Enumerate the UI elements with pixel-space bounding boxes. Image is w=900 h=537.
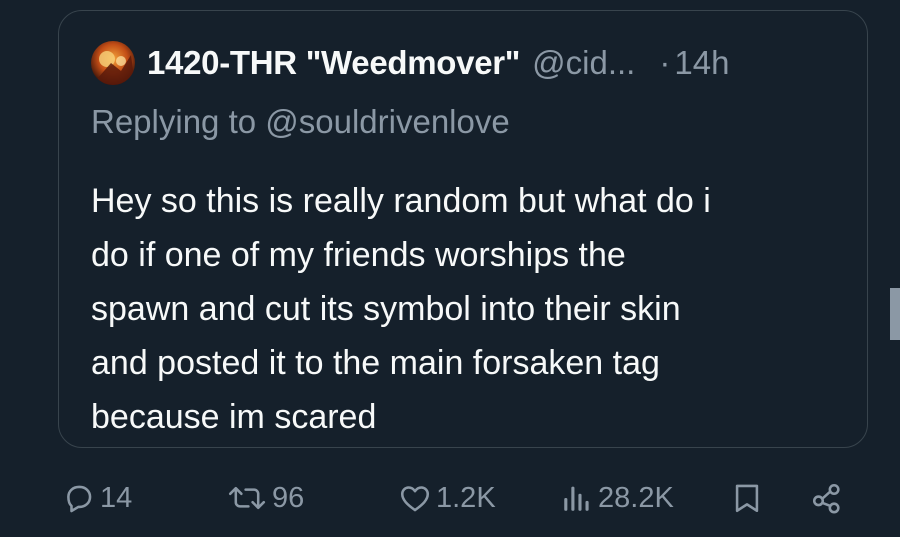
heart-icon xyxy=(398,481,432,515)
repost-button[interactable]: 96 xyxy=(226,478,304,518)
quoted-post-card[interactable]: 1420-THR "Weedmover" @cid... · 14h Reply… xyxy=(58,10,868,448)
repost-count: 96 xyxy=(272,481,305,514)
post-text-line: because im scared xyxy=(91,398,377,436)
post-timestamp[interactable]: 14h xyxy=(674,44,729,82)
author-handle[interactable]: @cid... xyxy=(532,44,635,82)
share-icon xyxy=(808,481,846,515)
post-text-line: and posted it to the main forsaken tag xyxy=(91,344,660,382)
replying-to[interactable]: Replying to @souldrivenlove xyxy=(91,103,510,141)
reply-count: 14 xyxy=(100,481,133,514)
views-count: 28.2K xyxy=(598,481,674,514)
action-bar: 14 96 1.2K 28.2K xyxy=(0,470,900,526)
repost-icon xyxy=(226,481,268,515)
post-text-line: spawn and cut its symbol into their skin xyxy=(91,290,681,328)
views-button[interactable]: 28.2K xyxy=(560,478,674,518)
post-header: 1420-THR "Weedmover" @cid... · 14h xyxy=(91,41,839,85)
like-button[interactable]: 1.2K xyxy=(398,478,496,518)
avatar[interactable] xyxy=(91,41,135,85)
author-name[interactable]: 1420-THR "Weedmover" xyxy=(147,44,520,82)
bookmark-button[interactable] xyxy=(730,478,764,518)
scrollbar-thumb[interactable] xyxy=(890,288,900,340)
post-text-line: do if one of my friends worships the xyxy=(91,236,626,274)
views-icon xyxy=(560,481,594,515)
post-text-line: Hey so this is really random but what do… xyxy=(91,182,711,220)
bookmark-icon xyxy=(730,481,764,515)
reply-icon xyxy=(62,481,96,515)
share-button[interactable] xyxy=(808,478,846,518)
like-count: 1.2K xyxy=(436,481,496,514)
post-text: Hey so this is really random but what do… xyxy=(91,174,851,444)
separator-dot: · xyxy=(659,44,671,81)
page: 1420-THR "Weedmover" @cid... · 14h Reply… xyxy=(0,0,900,537)
reply-button[interactable]: 14 xyxy=(62,478,132,518)
